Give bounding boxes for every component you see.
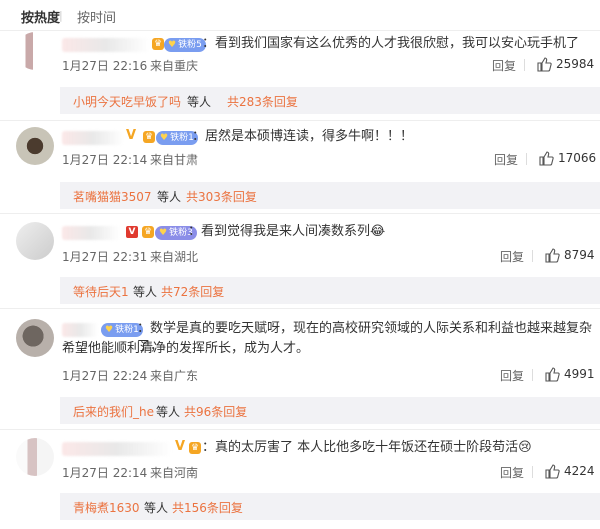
fire-icon: ♥	[105, 325, 114, 335]
reply-summary[interactable]: 等待后天1 等人 共72条回复	[60, 277, 600, 304]
vip-icon: V	[126, 128, 137, 143]
comment-location: 来自甘肃	[150, 153, 199, 167]
comment-location: 来自广东	[150, 369, 199, 383]
tab-by-hot[interactable]: 按热度	[21, 7, 60, 26]
comment-time: 1月27日 22:24	[62, 369, 148, 383]
comment-item: V ♛ ：真的太厉害了 本人比他多吃十年饭还在硕士阶段苟活😢 1月27日 22:…	[0, 430, 600, 529]
comment-time: 1月27日 22:16	[62, 59, 148, 73]
divider	[532, 369, 533, 381]
comment-location: 来自重庆	[150, 59, 199, 73]
reply-etc: 等人	[144, 501, 169, 515]
fire-icon: ♥	[159, 228, 168, 238]
divider	[526, 153, 527, 165]
thumbs-up-icon[interactable]	[544, 247, 560, 263]
comment-text-line-2: 希望他能顺利清净的发挥所长，成为人才。	[62, 341, 310, 356]
thumbs-up-icon[interactable]	[536, 56, 552, 72]
crown-icon: ♛	[143, 131, 155, 143]
thumbs-up-icon[interactable]	[544, 366, 560, 382]
laughing-emoji-icon: 😂	[370, 224, 386, 239]
comment-time: 1月27日 22:14	[62, 466, 148, 480]
tab-separator: |	[59, 9, 63, 22]
like-count: 4991	[564, 367, 595, 381]
comment-time: 1月27日 22:31	[62, 250, 148, 264]
reply-etc: 等人	[156, 405, 181, 419]
reply-user[interactable]: 后来的我们_he	[73, 403, 154, 420]
reply-button[interactable]: 回复	[500, 248, 524, 265]
avatar[interactable]	[16, 127, 54, 165]
like-count: 17066	[558, 151, 597, 165]
reply-user[interactable]: 等待后天1	[73, 283, 129, 300]
username-blurred[interactable]	[62, 131, 124, 145]
reply-count[interactable]: 共96条回复	[184, 403, 247, 420]
sort-tabs: 按热度 | 按时间	[0, 0, 600, 31]
avatar[interactable]	[16, 222, 54, 260]
reply-etc: 等人	[133, 285, 158, 299]
like-count: 25984	[556, 57, 595, 71]
comment-item: V ♛ ♥ 铁粉3 ：看到觉得我是来人间凑数系列😂 1月27日 22:31 来自湖…	[0, 214, 600, 308]
comment-text: ：真的太厉害了 本人比他多吃十年饭还在硕士阶段苟活😢	[202, 440, 532, 455]
avatar[interactable]	[16, 438, 54, 476]
fire-icon: ♥	[168, 40, 177, 50]
reply-button[interactable]: 回复	[500, 464, 524, 481]
comment-location: 来自河南	[150, 466, 199, 480]
reply-summary[interactable]: 后来的我们_he 等人 共96条回复	[60, 397, 600, 424]
crown-icon: ♛	[142, 226, 154, 238]
reply-button[interactable]: 回复	[492, 57, 516, 74]
like-count: 8794	[564, 248, 595, 262]
reply-user[interactable]: 小明今天吃早饭了吗	[73, 93, 181, 110]
like-count: 4224	[564, 464, 595, 478]
avatar[interactable]	[16, 32, 54, 70]
reply-button[interactable]: 回复	[500, 367, 524, 384]
comment-item: ♛ ♥ 铁粉5 ：看到我们国家有这么优秀的人才我很欣慰，我可以安心玩手机了 1月2…	[0, 30, 600, 120]
divider	[524, 59, 525, 71]
divider	[532, 466, 533, 478]
reply-etc: 等人	[157, 190, 182, 204]
reply-button[interactable]: 回复	[494, 151, 518, 168]
comment-text: ：看到我们国家有这么优秀的人才我很欣慰，我可以安心玩手机了	[202, 36, 580, 51]
divider	[532, 250, 533, 262]
reply-summary[interactable]: 小明今天吃早饭了吗 等人 共283条回复	[60, 87, 600, 114]
vip-icon: V	[175, 439, 186, 454]
fan-badge: ♥ 铁粉5	[164, 38, 206, 52]
reply-user[interactable]: 青梅煮1630	[73, 499, 140, 516]
username-blurred[interactable]	[62, 323, 98, 337]
crying-emoji-icon: 😢	[518, 440, 532, 455]
crown-icon: ♛	[152, 38, 164, 50]
avatar[interactable]	[16, 319, 54, 357]
comment-item: ♥ 铁粉1 ：数学是真的要吃天赋呀，现在的高校研究领域的人际关系和利益也越来越复杂…	[0, 309, 600, 429]
tab-by-time[interactable]: 按时间	[77, 7, 116, 26]
reply-summary[interactable]: 青梅煮1630 等人 共156条回复	[60, 493, 600, 520]
reply-etc: 等人	[187, 95, 212, 109]
comment-text: ：居然是本硕博连读，得多牛啊！！！	[192, 129, 414, 144]
comment-text: ：看到觉得我是来人间凑数系列😂	[188, 224, 386, 239]
crown-icon: ♛	[189, 442, 201, 454]
fire-icon: ♥	[160, 133, 169, 143]
reply-count[interactable]: 共72条回复	[161, 283, 224, 300]
thumbs-up-icon[interactable]	[544, 463, 560, 479]
comment-location: 来自湖北	[150, 250, 199, 264]
username-blurred[interactable]	[62, 442, 172, 456]
comment-time: 1月27日 22:14	[62, 153, 148, 167]
reply-count[interactable]: 共283条回复	[227, 93, 298, 110]
username-blurred[interactable]	[62, 38, 150, 52]
reply-user[interactable]: 茗嘴猫猫3507	[73, 188, 152, 205]
username-blurred[interactable]	[62, 226, 120, 240]
reply-count[interactable]: 共303条回复	[186, 188, 257, 205]
vip-icon: V	[126, 226, 138, 238]
comment-item: V ♛ ♥ 铁粉1 ：居然是本硕博连读，得多牛啊！！！ 1月27日 22:14 来…	[0, 121, 600, 213]
reply-count[interactable]: 共156条回复	[172, 499, 243, 516]
reply-summary[interactable]: 茗嘴猫猫3507 等人 共303条回复	[60, 182, 600, 209]
thumbs-up-icon[interactable]	[538, 150, 554, 166]
